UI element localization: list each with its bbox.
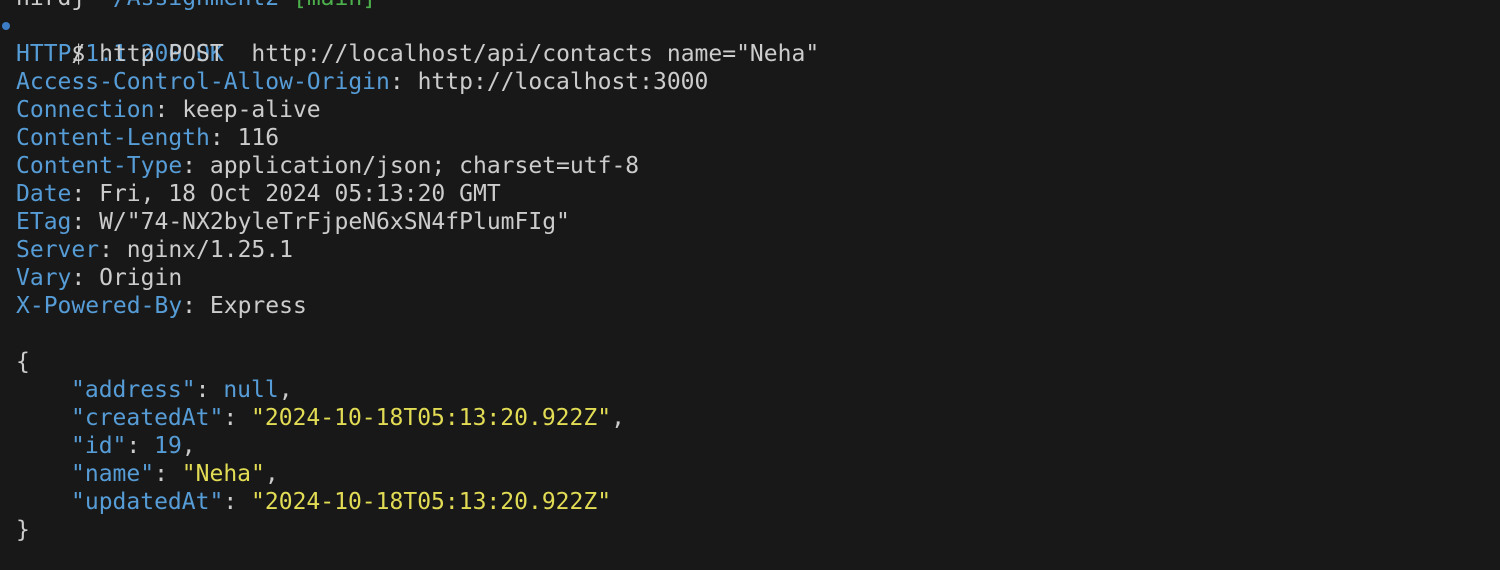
header-value: 116 xyxy=(237,125,280,151)
json-value: "2024-10-18T05:13:20.922Z" xyxy=(251,405,612,431)
header-value: application/json; charset=utf-8 xyxy=(209,153,640,179)
header-name: Access-Control-Allow-Origin xyxy=(16,69,390,95)
previous-prompt-line: nirdj ~/Assignment2 [main] xyxy=(16,0,1500,12)
header-name: Date xyxy=(16,181,72,207)
header-name: Connection xyxy=(16,97,155,123)
prompt-branch: [main] xyxy=(293,0,376,11)
response-header: Server: nginx/1.25.1 xyxy=(16,237,293,263)
json-open-brace: { xyxy=(16,349,30,375)
prompt-user: nirdj xyxy=(16,0,85,11)
command-text: http POST http://localhost/api/contacts … xyxy=(99,41,820,67)
json-field: "name": "Neha", xyxy=(71,461,279,487)
header-value: http://localhost:3000 xyxy=(417,69,709,95)
header-name: Content-Length xyxy=(16,125,210,151)
response-header: Connection: keep-alive xyxy=(16,97,321,123)
json-key: "address" xyxy=(71,377,196,403)
response-header: ETag: W/"74-NX2byleTrFjpeN6xSN4fPlumFIg" xyxy=(16,209,570,235)
header-value: Origin xyxy=(99,265,183,291)
command-status-dot-icon[interactable] xyxy=(2,22,10,30)
response-header: Content-Type: application/json; charset=… xyxy=(16,153,640,179)
json-key: "id" xyxy=(71,433,127,459)
response-header: Date: Fri, 18 Oct 2024 05:13:20 GMT xyxy=(16,181,501,207)
json-field: "updatedAt": "2024-10-18T05:13:20.922Z" xyxy=(71,489,612,515)
json-field: "id": 19, xyxy=(71,433,196,459)
response-header: Content-Length: 116 xyxy=(16,125,280,151)
header-name: X-Powered-By xyxy=(16,293,183,319)
response-header: Vary: Origin xyxy=(16,265,183,291)
header-value: Express xyxy=(209,293,307,319)
json-field: "address": null, xyxy=(71,377,293,403)
header-name: Vary xyxy=(16,265,72,291)
terminal-output[interactable]: nirdj ~/Assignment2 [main] $ http POST h… xyxy=(2,0,1500,570)
response-body: { "address": null, "createdAt": "2024-10-… xyxy=(16,348,1500,544)
header-name: Server xyxy=(16,237,100,263)
prompt-symbol: $ xyxy=(71,41,86,67)
json-key: "updatedAt" xyxy=(71,489,224,515)
prompt-path: ~/Assignment2 xyxy=(99,0,279,11)
header-name: Content-Type xyxy=(16,153,183,179)
header-value: nginx/1.25.1 xyxy=(126,237,293,263)
json-value: "2024-10-18T05:13:20.922Z" xyxy=(251,489,612,515)
json-close-brace: } xyxy=(16,517,30,543)
json-key: "name" xyxy=(71,461,155,487)
response-header: Access-Control-Allow-Origin: http://loca… xyxy=(16,69,709,95)
header-name: ETag xyxy=(16,209,72,235)
command-line: $ http POST http://localhost/api/contact… xyxy=(2,12,1500,67)
json-value: null xyxy=(223,377,279,403)
json-field: "createdAt": "2024-10-18T05:13:20.922Z", xyxy=(71,405,625,431)
header-value: W/"74-NX2byleTrFjpeN6xSN4fPlumFIg" xyxy=(99,209,570,235)
header-value: Fri, 18 Oct 2024 05:13:20 GMT xyxy=(99,181,501,207)
json-key: "createdAt" xyxy=(71,405,224,431)
json-value: 19 xyxy=(154,433,182,459)
response-header: X-Powered-By: Express xyxy=(16,293,307,319)
response-headers: Access-Control-Allow-Origin: http://loca… xyxy=(16,68,1500,320)
header-value: keep-alive xyxy=(182,97,321,123)
json-value: "Neha" xyxy=(181,461,265,487)
